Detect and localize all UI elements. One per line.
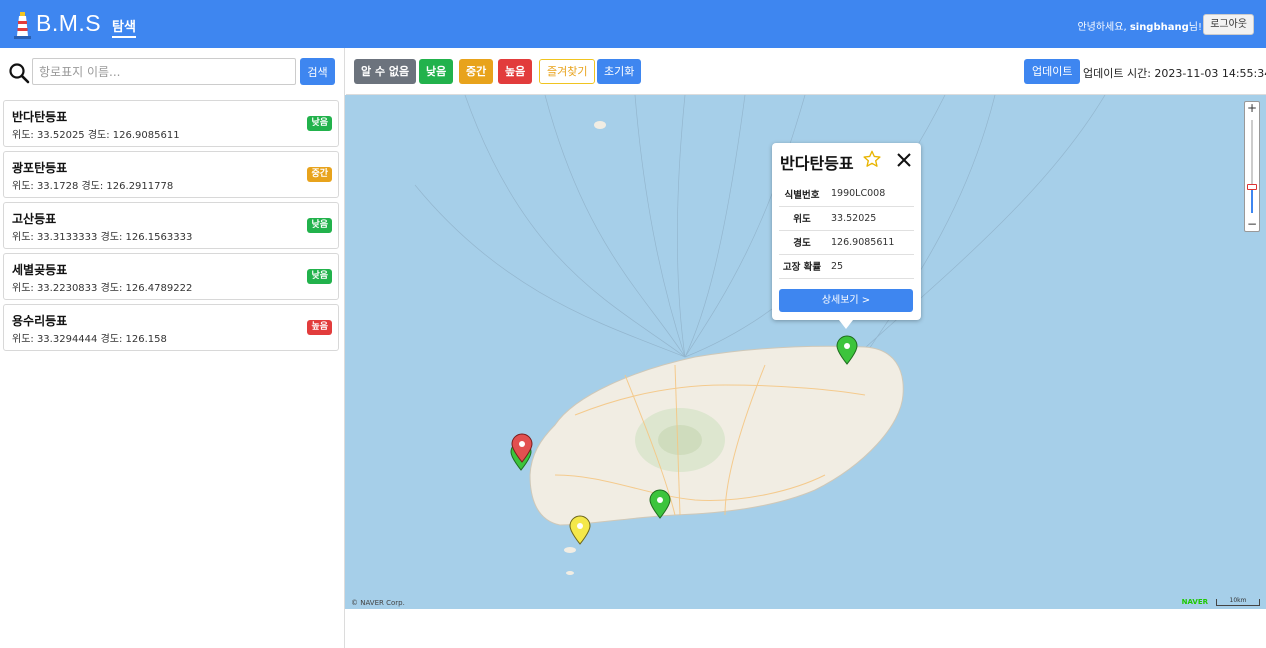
zoom-level-fill	[1251, 190, 1253, 213]
filter-favorites-button[interactable]: 즐겨찾기	[539, 59, 596, 84]
list-item[interactable]: 광포탄등표 위도: 33.1728 경도: 126.2911778 중간	[3, 151, 339, 198]
username: singbhang	[1129, 22, 1189, 33]
popup-info-table: 식별번호 1990LC008 위도 33.52025 경도 126.908561…	[779, 182, 914, 279]
update-time: 업데이트 시간: 2023-11-03 14:55:34	[1083, 67, 1266, 80]
buoy-name: 세별곶등표	[12, 263, 68, 277]
buoy-coords: 위도: 33.2230833 경도: 126.4789222	[12, 283, 193, 294]
zoom-control: + −	[1244, 101, 1260, 232]
close-icon[interactable]	[896, 152, 912, 168]
status-badge: 낮음	[307, 269, 332, 284]
greeting-prefix: 안녕하세요,	[1077, 22, 1130, 33]
search-icon	[9, 63, 30, 84]
buoy-name: 용수리등표	[12, 314, 68, 328]
detail-button[interactable]: 상세보기 >	[779, 289, 913, 312]
status-badge: 중간	[307, 167, 332, 182]
table-row: 고장 확률 25	[779, 254, 914, 279]
marker-green-icon[interactable]	[649, 489, 671, 519]
search-input[interactable]	[32, 58, 296, 85]
user-greeting: 안녕하세요, singbhang님!	[1077, 18, 1202, 33]
nav-explore[interactable]: 탐색	[112, 16, 136, 38]
popup-title: 반다탄등표	[780, 154, 854, 173]
buoy-list-panel: 검색 반다탄등표 위도: 33.52025 경도: 126.9085611 낮음…	[0, 48, 345, 648]
list-item[interactable]: 고산등표 위도: 33.3133333 경도: 126.1563333 낮음	[3, 202, 339, 249]
info-key: 위도	[779, 206, 825, 231]
buoy-coords: 위도: 33.52025 경도: 126.9085611	[12, 130, 180, 141]
info-value: 25	[825, 254, 914, 279]
info-key: 경도	[779, 230, 825, 255]
table-row: 위도 33.52025	[779, 206, 914, 231]
greeting-suffix: 님!	[1188, 22, 1202, 33]
info-value: 33.52025	[825, 206, 914, 231]
filter-medium-button[interactable]: 중간	[459, 59, 494, 84]
search-button[interactable]: 검색	[300, 58, 335, 85]
buoy-coords: 위도: 33.1728 경도: 126.2911778	[12, 181, 174, 192]
zoom-out-button[interactable]: −	[1245, 218, 1259, 232]
info-key: 식별번호	[779, 182, 825, 207]
filter-toolbar: 알 수 없음 낮음 중간 높음 즐겨찾기 초기화 업데이트 업데이트 시간: 2…	[346, 48, 1266, 95]
table-row: 경도 126.9085611	[779, 230, 914, 255]
logout-button[interactable]: 로그아웃	[1203, 14, 1254, 35]
table-row: 식별번호 1990LC008	[779, 182, 914, 207]
buoy-list: 반다탄등표 위도: 33.52025 경도: 126.9085611 낮음 광포…	[3, 100, 339, 355]
naver-logo: NAVER	[1181, 598, 1208, 606]
reset-button[interactable]: 초기화	[597, 59, 642, 84]
brand-logo[interactable]: B.M.S	[36, 10, 101, 37]
buoy-name: 고산등표	[12, 212, 57, 226]
zoom-handle[interactable]	[1247, 184, 1257, 190]
list-item[interactable]: 용수리등표 위도: 33.3294444 경도: 126.158 높음	[3, 304, 339, 351]
buoy-name: 반다탄등표	[12, 110, 68, 124]
lighthouse-icon	[14, 12, 31, 39]
status-badge: 낮음	[307, 218, 332, 233]
filter-low-button[interactable]: 낮음	[419, 59, 454, 84]
marker-green-icon[interactable]	[836, 335, 858, 365]
search-bar: 검색	[0, 48, 345, 96]
top-header: B.M.S 탐색 안녕하세요, singbhang님! 로그아웃	[0, 0, 1266, 48]
status-badge: 낮음	[307, 116, 332, 131]
buoy-info-popup: 반다탄등표 식별번호 1990LC008 위도 33.52025 경도 126.…	[772, 143, 921, 329]
map-view[interactable]: + − © NAVER Corp. NAVER 10km 반다탄등표 식별번호 …	[345, 95, 1266, 609]
info-value: 126.9085611	[825, 230, 914, 255]
info-key: 고장 확률	[779, 254, 825, 279]
buoy-name: 광포탄등표	[12, 161, 68, 175]
map-attribution: © NAVER Corp.	[351, 599, 405, 607]
update-button[interactable]: 업데이트	[1024, 59, 1081, 84]
filter-high-button[interactable]: 높음	[498, 59, 533, 84]
status-badge: 높음	[307, 320, 332, 335]
marker-red-icon[interactable]	[511, 433, 533, 463]
filter-unknown-button[interactable]: 알 수 없음	[354, 59, 417, 84]
list-item[interactable]: 반다탄등표 위도: 33.52025 경도: 126.9085611 낮음	[3, 100, 339, 147]
info-value: 1990LC008	[825, 182, 914, 207]
marker-yellow-icon[interactable]	[569, 515, 591, 545]
buoy-coords: 위도: 33.3294444 경도: 126.158	[12, 334, 167, 345]
list-item[interactable]: 세별곶등표 위도: 33.2230833 경도: 126.4789222 낮음	[3, 253, 339, 300]
star-icon[interactable]	[863, 150, 881, 168]
zoom-in-button[interactable]: +	[1245, 102, 1259, 116]
buoy-coords: 위도: 33.3133333 경도: 126.1563333	[12, 232, 193, 243]
map-scale: 10km	[1216, 598, 1260, 606]
